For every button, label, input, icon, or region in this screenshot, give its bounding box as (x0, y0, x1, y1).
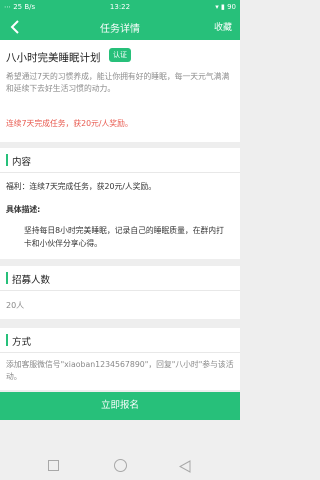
content-section-header: 内容 (0, 148, 240, 173)
task-title: 八小时完美睡眠计划 (6, 52, 101, 64)
reward-highlight: 连续7天完成任务，获20元/人奖励。 (6, 119, 133, 128)
method-section-header: 方式 (0, 328, 240, 353)
section-title-content: 内容 (12, 157, 32, 168)
section-accent-bar (6, 334, 8, 346)
content-card: 福利：连续7天完成任务，获20元/人奖励。 具体描述: 坚持每日8小时完美睡眠，… (0, 173, 240, 259)
recent-apps-icon[interactable] (48, 460, 59, 471)
recruit-section-header: 招募人数 (0, 266, 240, 291)
signup-button[interactable]: 立即报名 (0, 392, 240, 420)
section-title-method: 方式 (12, 337, 32, 348)
task-summary-card: 八小时完美睡眠计划 认证 希望通过7天的习惯养成，能让你拥有好的睡眠，每一天元气… (0, 40, 240, 142)
task-description: 希望通过7天的习惯养成，能让你拥有好的睡眠，每一天元气满满和延续下去好生活习惯的… (6, 72, 230, 93)
recruit-count: 20人 (6, 301, 25, 310)
section-accent-bar (6, 154, 8, 166)
method-text: 添加客服微信号"xiaoban1234567890"，回复"八小时"参与该活动。 (6, 360, 234, 381)
status-right: ▾ ▮ 90 (215, 3, 236, 11)
detail-label: 具体描述: (6, 205, 41, 214)
nav-bar: 任务详情 收藏 (0, 14, 240, 40)
status-time: 13:22 (109, 3, 131, 11)
section-accent-bar (6, 272, 8, 284)
benefit-text: 福利：连续7天完成任务，获20元/人奖励。 (6, 182, 157, 191)
back-icon[interactable] (178, 458, 191, 477)
detail-body: 坚持每日8小时完美睡眠，记录自己的睡眠质量，在群内打卡和小伙伴分享心得。 (24, 226, 224, 248)
system-nav-bar (0, 420, 240, 480)
favorite-button[interactable]: 收藏 (214, 20, 232, 33)
home-icon[interactable] (114, 459, 127, 472)
method-card: 添加客服微信号"xiaoban1234567890"，回复"八小时"参与该活动。 (0, 353, 240, 390)
page-title: 任务详情 (100, 24, 140, 35)
status-bar: ⋯ 25 B/s 13:22 ▾ ▮ 90 (0, 0, 240, 14)
recruit-card: 20人 (0, 291, 240, 319)
section-title-recruit: 招募人数 (12, 275, 51, 286)
verified-badge: 认证 (109, 48, 131, 62)
